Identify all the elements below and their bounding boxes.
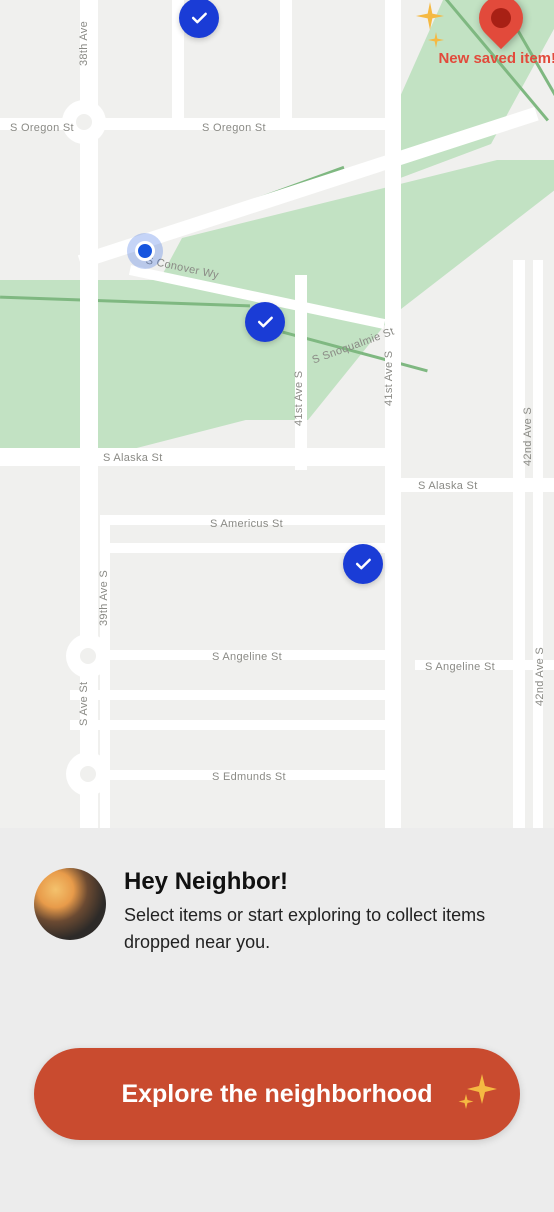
sparkle-icon (416, 2, 444, 30)
greeting-row: Hey Neighbor! Select items or start expl… (34, 868, 520, 956)
street-label: S Alaska St (103, 452, 163, 464)
roundabout (66, 634, 110, 678)
street-label: 39th Ave S (98, 570, 110, 626)
sparkle-icon (454, 1066, 502, 1121)
street-label: S Americus St (210, 518, 283, 530)
street-label: S Alaska St (418, 480, 478, 492)
road (513, 260, 525, 828)
check-icon (255, 312, 275, 332)
street-label: 42nd Ave S (522, 407, 534, 466)
street-label: 41st Ave S (383, 351, 395, 406)
check-icon (353, 554, 373, 574)
new-saved-label: New saved item! (438, 50, 554, 67)
street-label: S Ave St (78, 682, 90, 726)
bottom-panel: Hey Neighbor! Select items or start expl… (0, 828, 554, 1212)
map-view[interactable]: S Oregon St S Oregon St S Conover Wy S S… (0, 0, 554, 828)
road (385, 0, 401, 828)
road (533, 260, 543, 828)
street-label: 42nd Ave S (534, 647, 546, 706)
road (70, 690, 400, 700)
street-label: S Oregon St (202, 122, 266, 134)
street-label: S Angeline St (425, 661, 495, 673)
street-label: S Oregon St (10, 122, 74, 134)
road (0, 448, 400, 466)
greeting-subtext: Select items or start exploring to colle… (124, 902, 520, 956)
explore-button[interactable]: Explore the neighborhood (34, 1048, 520, 1140)
street-label: S Angeline St (212, 651, 282, 663)
street-label: 38th Ave (78, 21, 90, 66)
check-icon (189, 8, 209, 28)
explore-button-label: Explore the neighborhood (121, 1080, 432, 1109)
saved-item-pin[interactable] (343, 544, 383, 584)
avatar (34, 868, 106, 940)
road (70, 720, 400, 730)
road (280, 0, 292, 130)
greeting-heading: Hey Neighbor! (124, 868, 520, 896)
user-location-dot (127, 233, 163, 269)
street-label: 41st Ave S (293, 371, 305, 426)
saved-item-pin[interactable] (245, 302, 285, 342)
saved-item-pin[interactable] (179, 0, 219, 38)
roundabout (66, 752, 110, 796)
new-saved-item-pin[interactable]: New saved item! (438, 0, 554, 67)
street-label: S Edmunds St (212, 771, 286, 783)
